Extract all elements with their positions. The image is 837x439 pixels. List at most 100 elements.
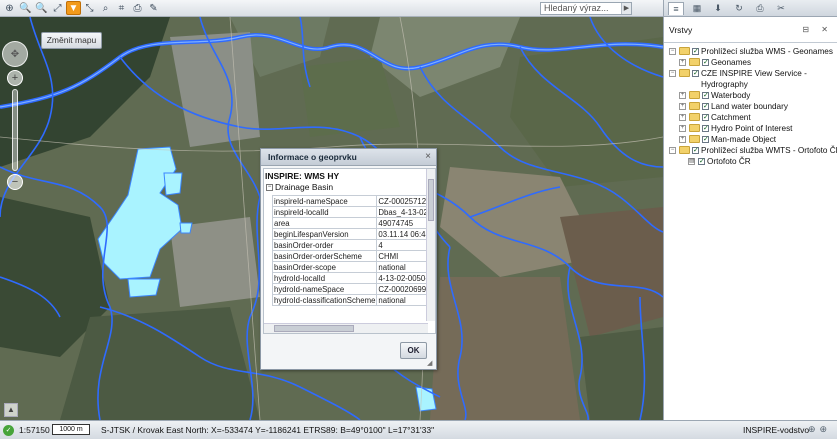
folder-icon: [689, 124, 700, 132]
layer-item[interactable]: − ✓ CZE INSPIRE View Service - Hydrography: [669, 68, 837, 90]
layer-item[interactable]: − ✓ Prohlížecí služba WMS - Geonames: [669, 46, 837, 57]
horizontal-scrollbar[interactable]: [264, 323, 428, 333]
attribute-key: inspireId-localId: [271, 206, 378, 218]
feature-info-content: INSPIRE: WMS HY − Drainage Basin inspire…: [263, 168, 436, 334]
table-row: hydroId-classificationScheme national: [271, 294, 435, 306]
table-row: area 49074745: [271, 217, 435, 229]
expand-icon[interactable]: +: [679, 92, 686, 99]
collapse-icon[interactable]: −: [669, 70, 676, 77]
zoom-out-icon[interactable]: 🔍: [34, 1, 49, 15]
measure-distance-icon[interactable]: ⤡: [82, 1, 97, 15]
attribute-key: basinOrder-order: [271, 239, 378, 251]
folder-icon: [689, 91, 700, 99]
layer-label: Ortofoto ČR: [707, 157, 751, 166]
layer-checkbox[interactable]: ✓: [692, 147, 699, 154]
collapse-icon[interactable]: −: [669, 147, 676, 154]
layer-checkbox[interactable]: ✓: [702, 59, 709, 66]
expand-icon[interactable]: +: [679, 136, 686, 143]
status-ok-icon: ✓: [3, 425, 14, 436]
map-canvas[interactable]: ✥ + − Změnit mapu ▲ Informace o geoprvku…: [0, 17, 663, 420]
attribute-key: beginLifespanVersion: [271, 228, 378, 240]
layer-item[interactable]: − ✓ Prohlížecí služba WMTS - Ortofoto ČR: [669, 145, 837, 156]
tab-refresh[interactable]: ↻: [731, 2, 747, 15]
expand-icon[interactable]: +: [679, 59, 686, 66]
measure-area-icon[interactable]: ⌗: [114, 1, 129, 15]
attribute-key: hydroId-classificationScheme: [271, 294, 378, 306]
table-row: hydroId-nameSpaceCZ-00020699-CHMI: [271, 283, 435, 295]
vertical-scrollbar[interactable]: [426, 169, 435, 321]
search-input[interactable]: Hledaný výraz...: [540, 2, 632, 15]
folder-icon: [689, 113, 700, 121]
attribute-table: inspireId-nameSpaceCZ-00025712-CUZK_HYin…: [271, 195, 435, 306]
layer-item[interactable]: + ✓ Land water boundary: [669, 101, 837, 112]
layer-item[interactable]: + ✓ Geonames: [669, 57, 837, 68]
attribute-key: area: [271, 217, 378, 229]
info-tool-icon[interactable]: ▼: [66, 1, 81, 15]
layer-label: Prohlížecí služba WMS - Geonames: [701, 47, 833, 56]
ok-button[interactable]: OK: [400, 342, 427, 359]
panel-header-icons[interactable]: ⊟ ✕: [802, 17, 833, 43]
resize-grip-icon[interactable]: ◢: [427, 360, 434, 367]
status-icons[interactable]: ⊕⊕: [808, 424, 831, 435]
folder-icon: [689, 135, 700, 143]
feature-info-dialog: Informace o geoprvku × INSPIRE: WMS HY −…: [260, 148, 437, 370]
tab-layers[interactable]: ≡: [668, 1, 684, 15]
folder-icon: [679, 47, 690, 55]
layer-icon: ▤: [688, 158, 695, 165]
layer-checkbox[interactable]: ✓: [692, 48, 699, 55]
layer-label: Catchment: [711, 113, 751, 122]
overview-toggle-icon[interactable]: ▲: [4, 403, 18, 417]
layer-item[interactable]: + ✓ Hydro Point of Interest: [669, 123, 837, 134]
zoom-extent-icon[interactable]: ⊕: [2, 1, 17, 15]
layer-item[interactable]: + ✓ Man-made Object: [669, 134, 837, 145]
layer-label: Geonames: [711, 58, 752, 67]
layer-item[interactable]: ▤ ✓ Ortofoto ČR: [669, 156, 837, 167]
collapse-icon[interactable]: −: [266, 183, 273, 191]
fullscreen-icon[interactable]: ⤢: [50, 1, 65, 15]
zoom-out-button[interactable]: −: [7, 174, 23, 190]
layer-checkbox[interactable]: ✓: [702, 114, 709, 121]
attribute-key: basinOrder-orderScheme: [271, 250, 378, 262]
collapse-icon[interactable]: −: [669, 48, 676, 55]
tab-print[interactable]: ⎙: [752, 2, 768, 15]
map-navigation-control: ✥ + −: [2, 41, 28, 190]
expand-icon[interactable]: +: [679, 114, 686, 121]
panel-title: Vrstvy: [669, 25, 693, 35]
layer-checkbox[interactable]: ✓: [702, 136, 709, 143]
tab-add-data[interactable]: ⬇: [710, 2, 726, 15]
zoom-window-icon[interactable]: ⌕: [98, 1, 113, 15]
layer-checkbox[interactable]: ✓: [702, 103, 709, 110]
table-row: basinOrder-orderScheme CHMI: [271, 250, 435, 262]
layer-checkbox[interactable]: ✓: [702, 125, 709, 132]
map-theme-label: INSPIRE-vodstvo: [743, 425, 810, 435]
feature-node[interactable]: − Drainage Basin: [264, 181, 435, 193]
layer-label: Man-made Object: [711, 135, 777, 144]
table-row: hydroId-localId4-13-02-0050-0-00: [271, 272, 435, 284]
zoom-slider[interactable]: [12, 89, 18, 171]
tab-tools[interactable]: ✂: [773, 2, 789, 15]
layer-item[interactable]: + ✓ Catchment: [669, 112, 837, 123]
expand-icon[interactable]: +: [679, 125, 686, 132]
layer-item[interactable]: + ✓ Waterbody: [669, 90, 837, 101]
tab-legend[interactable]: ▦: [689, 2, 705, 15]
pan-control[interactable]: ✥: [2, 41, 28, 67]
zoom-in-icon[interactable]: 🔍: [18, 1, 33, 15]
folder-icon: [679, 146, 690, 154]
zoom-in-button[interactable]: +: [7, 70, 23, 86]
close-icon[interactable]: ×: [425, 151, 431, 162]
tools-icon[interactable]: ✎: [146, 1, 161, 15]
change-map-button[interactable]: Změnit mapu: [41, 32, 102, 49]
folder-icon: [679, 69, 690, 77]
print-icon[interactable]: ⎙: [130, 1, 145, 15]
layer-checkbox[interactable]: ✓: [692, 70, 699, 77]
layer-checkbox[interactable]: ✓: [698, 158, 705, 165]
layers-panel: ≡ ▦ ⬇ ↻ ⎙ ✂ Vrstvy ⊟ ✕ − ✓ Prohlížecí služba WM…: [663, 0, 837, 420]
status-bar: ✓ 1:57150 1000 m S-JTSK / Krovak East No…: [0, 420, 837, 439]
panel-tabs: ≡ ▦ ⬇ ↻ ⎙ ✂: [664, 0, 837, 17]
layer-label: Prohlížecí služba WMTS - Ortofoto ČR: [701, 146, 837, 155]
layer-checkbox[interactable]: ✓: [702, 92, 709, 99]
expand-icon[interactable]: +: [679, 103, 686, 110]
search-go-icon[interactable]: ▶: [621, 3, 631, 14]
table-row: inspireId-nameSpaceCZ-00025712-CUZK_HY: [271, 195, 435, 207]
coordinates-readout: S-JTSK / Krovak East North: X=-533474 Y=…: [101, 425, 435, 435]
